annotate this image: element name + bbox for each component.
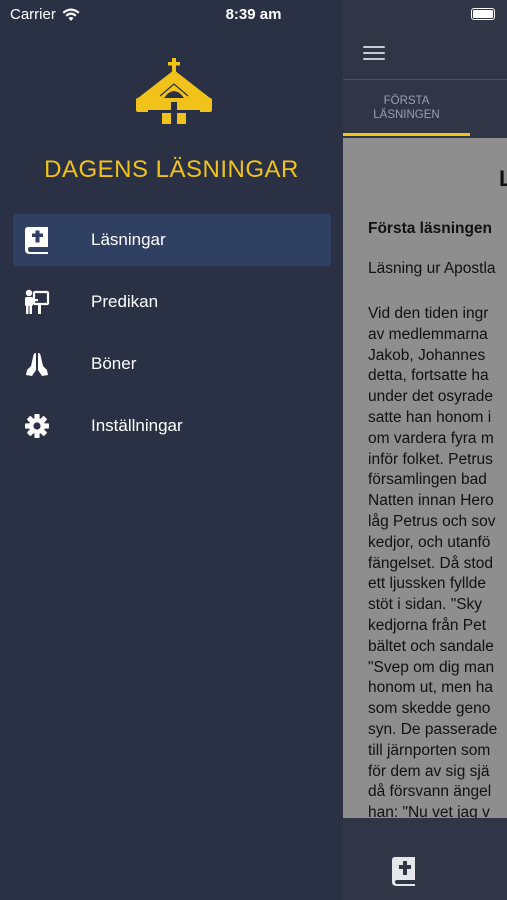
reading-line: "Svep om dig man [368,658,495,676]
menu-label: Läsningar [91,230,166,249]
tab-label-line1: FÖRSTA [383,95,430,107]
reading-line: inför folket. Petrus [368,450,493,468]
reading-line: fängelset. Då stod [368,554,493,572]
bottom-tab-bar [343,818,507,900]
reading-line: Vid den tiden ingr [368,305,489,322]
reading-line: under det osyrade [368,388,493,406]
reading-tabs: FÖRSTA LÄSNINGEN [343,80,507,138]
reading-line: församlingen bad [368,471,487,489]
menu-label: Inställningar [91,416,183,435]
status-time: 8:39 am [225,6,282,23]
active-tab-indicator [343,133,470,136]
church-logo [136,58,212,124]
reading-line: kedjor, och utanfö [368,533,491,551]
menu-item-installningar[interactable]: Inställningar [13,400,331,452]
reading-line: han: "Nu vet jag v [368,804,490,818]
reading-line: Natten innan Hero [368,492,494,510]
menu-label: Böner [91,354,137,373]
menu-label: Predikan [91,292,159,311]
reading-line: honom ut, men ha [368,679,493,697]
reading-line: för dem av sig sjä [368,762,490,780]
reading-body: Vid den tiden ingr av medlemmarna Jakob, J… [368,304,497,818]
menu-item-lasningar[interactable]: Läsningar [13,214,331,266]
app-title: DAGENS LÄSNINGAR [44,156,299,183]
reading-line: till järnporten som [368,741,491,759]
reading-line: satte han honom i [368,408,492,426]
bible-book-icon [25,227,48,254]
reading-line: detta, fortsatte ha [368,367,489,385]
reading-content: L Första läsningen Läsning ur Apostla Vi… [343,138,507,818]
praying-hands-icon [26,353,48,376]
tab-label-line2: LÄSNINGEN [373,109,440,121]
reading-line: om vardera fyra m [368,429,494,447]
reading-line: då försvann ängel [368,783,492,801]
reading-line: syn. De passerade [368,720,498,738]
reading-line: Jakob, Johannes [368,346,486,364]
hamburger-menu-icon[interactable] [363,44,387,62]
reading-line: som skedde geno [368,700,491,718]
reading-subheading: Läsning ur Apostla [368,260,496,277]
reading-line: bältet och sandale [368,637,494,655]
reading-line: kedjorna från Pet [368,616,487,634]
reading-line: låg Petrus och sov [368,512,496,530]
reading-line: ett ljussken fyllde [368,575,487,593]
menu-item-predikan[interactable]: Predikan [13,276,331,328]
menu-item-boner[interactable]: Böner [13,338,331,390]
bible-book-icon[interactable] [391,856,417,886]
gear-icon [25,414,49,438]
reading-line: stöt i sidan. "Sky [368,596,483,614]
content-title: L [499,166,507,191]
reading-line: av medlemmarna [368,325,488,343]
preacher-lectern-icon [25,289,50,314]
reading-heading: Första läsningen [368,220,493,237]
tab-forsta-lasningen[interactable]: FÖRSTA LÄSNINGEN [343,94,470,122]
main-screen: FÖRSTA LÄSNINGEN L Första läsningen Läsn… [343,0,507,900]
side-drawer: Carrier DAGENS LÄSNINGAR Läsningar Predi… [0,0,343,900]
